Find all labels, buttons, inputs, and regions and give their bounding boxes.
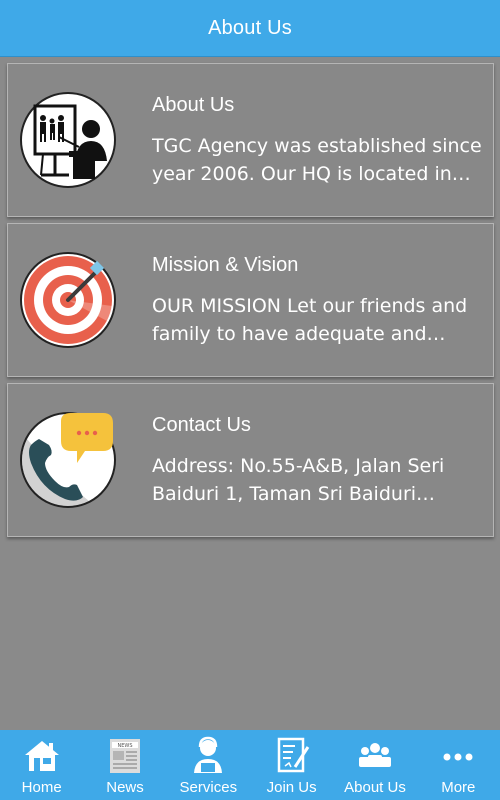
contact-us-card[interactable]: Contact Us Address: No.55-A&B, Jalan Ser… [7,383,494,537]
tab-label: Services [179,779,238,796]
tab-about-us[interactable]: About Us [333,730,416,800]
card-description: TGC Agency was established since year 20… [152,135,482,185]
card-description: Address: No.55-A&B, Jalan Seri Baiduri 1… [152,455,445,505]
tab-more[interactable]: More [417,730,500,800]
phone-chat-icon [19,411,117,509]
mission-vision-card[interactable]: Mission & Vision OUR MISSION Let our fri… [7,223,494,377]
tab-label: About Us [344,779,406,796]
tab-services[interactable]: Services [167,730,250,800]
agent-icon [187,735,229,777]
card-title: Contact Us [152,414,251,436]
card-title: About Us [152,94,235,116]
tab-home[interactable]: Home [0,730,83,800]
card-description: OUR MISSION Let our friends and family t… [152,295,468,345]
tab-label: News [106,779,144,796]
more-dots-icon [437,735,479,777]
newspaper-icon: NEWS [104,735,146,777]
page-title: About Us [208,16,292,39]
target-icon [19,251,117,349]
presentation-icon [19,91,117,189]
tab-label: Home [21,779,62,796]
tab-label: More [441,779,476,796]
tab-news[interactable]: NEWS News [83,730,166,800]
home-icon [21,735,63,777]
card-title: Mission & Vision [152,254,299,276]
form-icon [271,735,313,777]
group-icon [354,735,396,777]
app-header: About Us [0,0,500,57]
about-us-card[interactable]: About Us TGC Agency was established sinc… [7,63,494,217]
tab-label: Join Us [266,779,317,796]
svg-text:NEWS: NEWS [117,743,132,749]
tab-join-us[interactable]: Join Us [250,730,333,800]
bottom-tab-bar: Home NEWS News Services Join Us About Us… [0,730,500,800]
